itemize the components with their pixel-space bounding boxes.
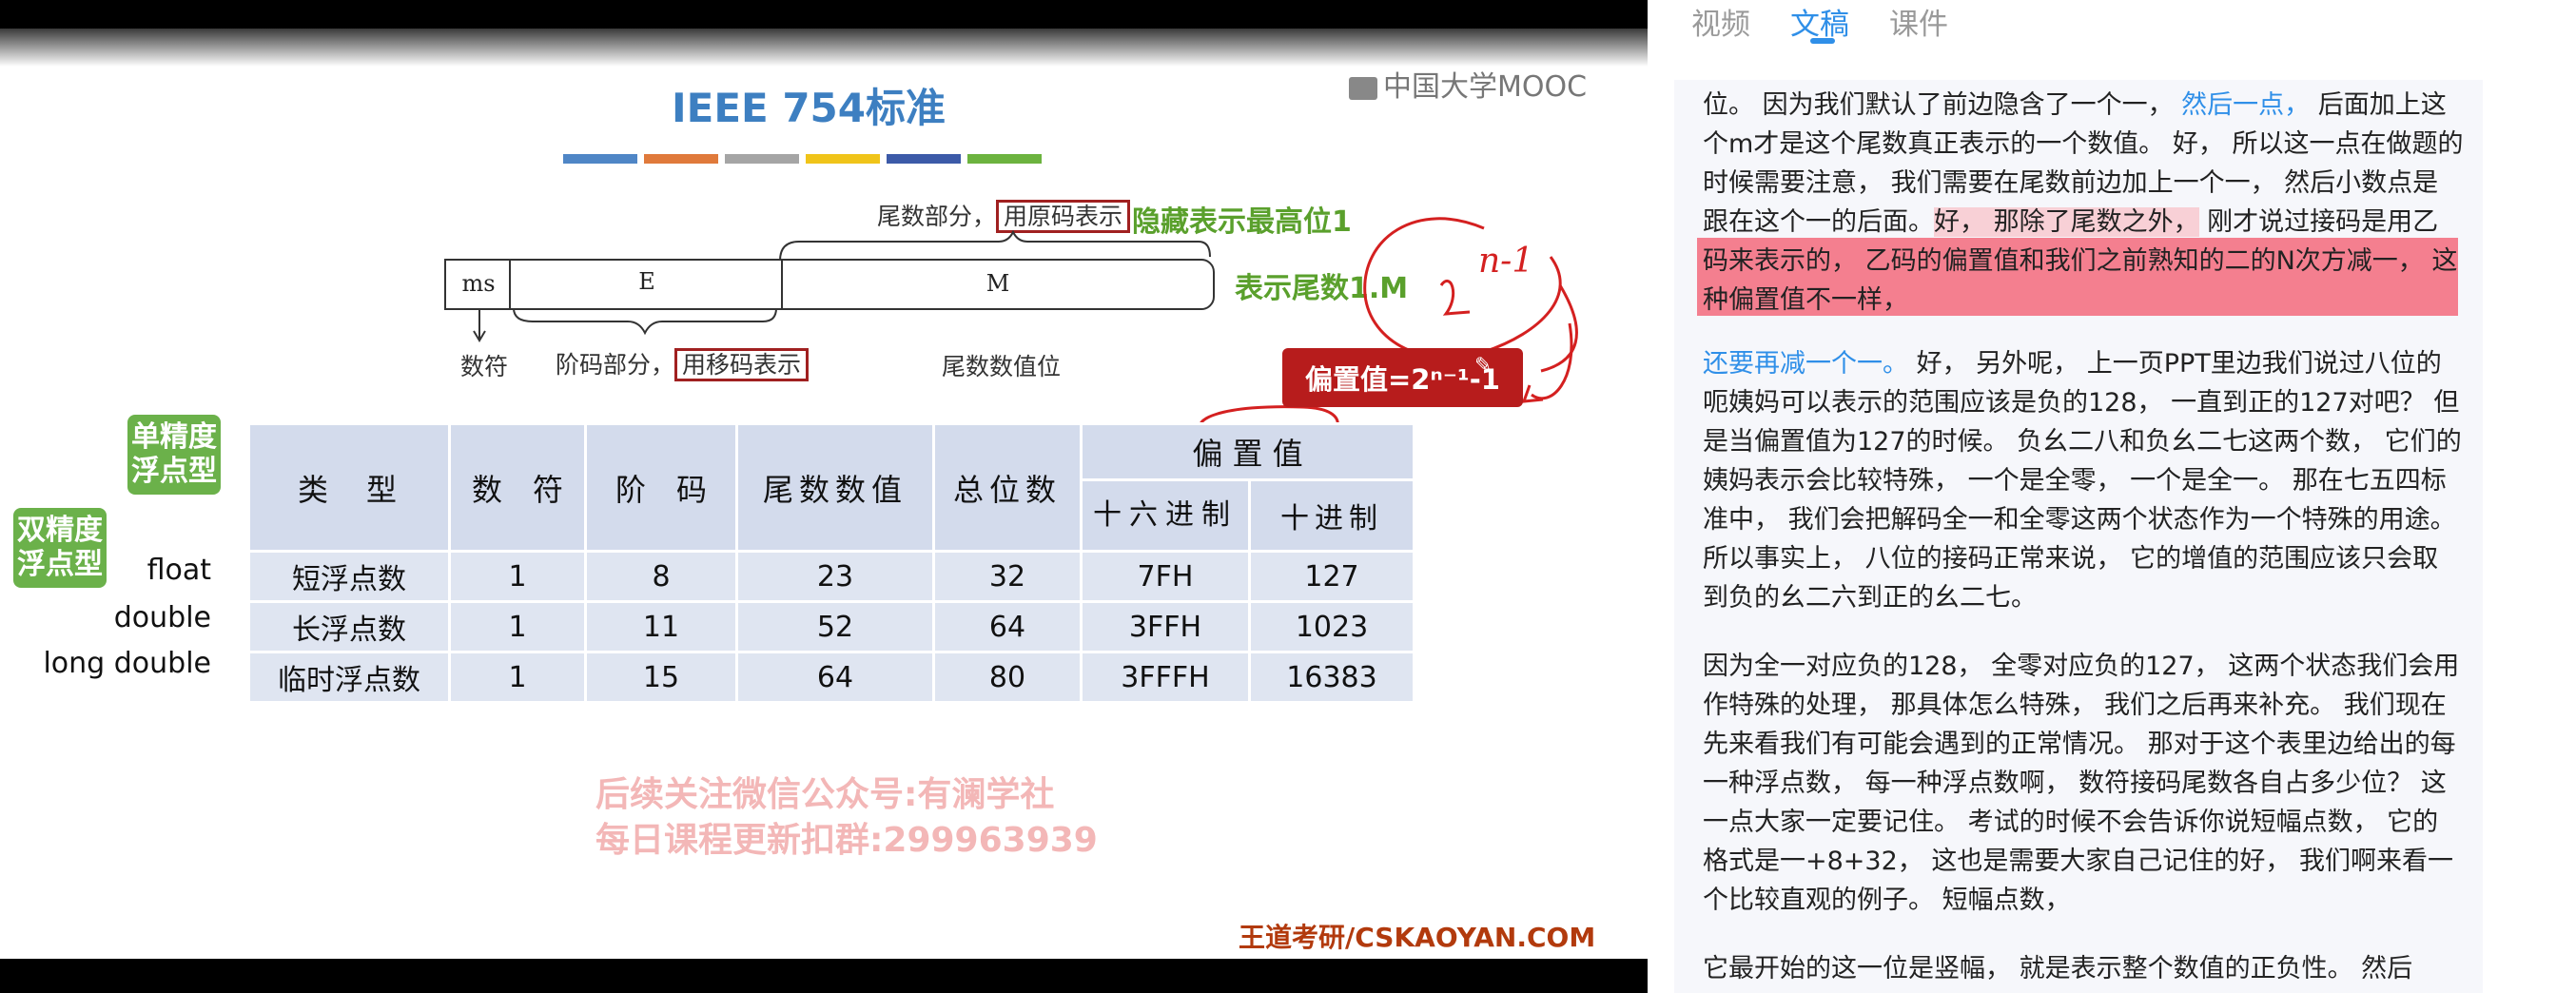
table-cell: 1: [448, 651, 587, 704]
video-bottom-bar: [0, 959, 1648, 993]
exponent-part-label: 阶码部分， 用移码表示: [556, 346, 810, 381]
watermark-line-2: 每日课程更新扣群:299963939: [595, 821, 1098, 860]
footer-brand: 王道考研/CSKAOYAN.COM: [1239, 922, 1596, 953]
transcript-paragraph[interactable]: 因为全一对应负的128， 全零对应负的127， 这两个状态我们会用作特殊的处理，…: [1703, 647, 2464, 920]
sign-label: 数符: [460, 353, 509, 380]
double-precision-bubble: 双精度浮点型: [13, 508, 107, 588]
table-cell: 15: [584, 651, 738, 704]
table-cell: 3FFFH: [1080, 651, 1251, 704]
header-mantissa: 尾数数值: [735, 422, 935, 553]
header-dec: 十进制: [1248, 478, 1415, 553]
table-cell: 长浮点数: [247, 600, 451, 653]
table-row: 长浮点数 1 11 52 64 3FFH 1023: [247, 600, 1415, 653]
header-exponent: 阶 码: [584, 422, 738, 553]
table-cell: 临时浮点数: [247, 651, 451, 704]
slide-top-shadow: [0, 29, 1648, 67]
tab-video[interactable]: 视频: [1691, 0, 1750, 43]
color-bar-1: [563, 154, 637, 164]
watermark-line-1: 后续关注微信公众号:有澜学社: [595, 775, 1055, 814]
table-cell: 8: [584, 550, 738, 603]
transcript-paragraph[interactable]: 位。 因为我们默认了前边隐含了一个一， 然后一点， 后面加上这个m才是这个尾数真…: [1703, 86, 2464, 320]
transcript-text-highlight: 好， 那除了尾数之外，: [1934, 207, 2199, 237]
mooc-logo-icon: [1349, 76, 1377, 100]
video-player[interactable]: IEEE 754标准 中国大学MOOC 尾数部分， 用原码表示 隐藏表示最高位1 …: [0, 0, 1648, 993]
single-precision-bubble: 单精度浮点型: [127, 415, 221, 495]
table-cell: 127: [1248, 550, 1415, 603]
color-bar-3: [725, 154, 799, 164]
tab-transcript[interactable]: 文稿: [1790, 0, 1849, 43]
color-bar-5: [887, 154, 961, 164]
table-row: 短浮点数 1 8 23 32 7FH 127: [247, 550, 1415, 603]
row-label-double: double: [113, 601, 211, 634]
mooc-logo: 中国大学MOOC: [1349, 63, 1587, 105]
table-cell: 7FH: [1080, 550, 1251, 603]
video-top-bar: [0, 0, 1648, 29]
active-tab-indicator: [1810, 38, 1835, 44]
header-type: 类 型: [247, 422, 451, 553]
slide-title: IEEE 754标准: [672, 85, 946, 131]
header-sign: 数 符: [448, 422, 587, 553]
table-cell: 64: [735, 651, 935, 704]
table-cell: 1023: [1248, 600, 1415, 653]
mooc-logo-text: 中国大学MOOC: [1383, 70, 1588, 104]
ieee754-table: 类 型 数 符 阶 码 尾数数值 总位数 偏 置 值 十六进制 十进制 短浮点数…: [247, 422, 1415, 704]
color-bar-4: [806, 154, 880, 164]
table-cell: 23: [735, 550, 935, 603]
mantissa-value-label: 尾数数值位: [942, 353, 1062, 380]
row-label-long-double: long double: [43, 647, 211, 680]
table-row: 临时浮点数 1 15 64 80 3FFFH 16383: [247, 651, 1415, 704]
exponent-part-text: 阶码部分，: [556, 351, 675, 379]
color-bar-2: [644, 154, 718, 164]
transcript-paragraph[interactable]: 它最开始的这一位是竖幅， 就是表示整个数值的正负性。 然后: [1703, 949, 2464, 988]
table-cell: 短浮点数: [247, 550, 451, 603]
transcript-text: 位。 因为我们默认了前边隐含了一个一，: [1703, 90, 2182, 120]
table-cell: 16383: [1248, 651, 1415, 704]
transcript-panel[interactable]: 位。 因为我们默认了前边隐含了一个一， 然后一点， 后面加上这个m才是这个尾数真…: [1674, 80, 2483, 993]
table-cell: 80: [932, 651, 1083, 704]
table-cell: 1: [448, 550, 587, 603]
mantissa-part-label: 尾数部分， 用原码表示: [877, 198, 1131, 233]
handwritten-n-minus-1: n-1: [1478, 242, 1534, 281]
table-cell: 64: [932, 600, 1083, 653]
tab-courseware[interactable]: 课件: [1889, 0, 1948, 43]
exponent-code-box: 用移码表示: [674, 348, 810, 381]
header-total-bits: 总位数: [932, 422, 1083, 553]
format-braces: [473, 229, 1211, 342]
table-cell: 1: [448, 600, 587, 653]
transcript-paragraph[interactable]: 还要再减一个一。 好， 另外呢， 上一页PPT里边我们说过八位的呃姨妈可以表示的…: [1703, 344, 2464, 617]
header-hex: 十六进制: [1080, 478, 1251, 553]
transcript-text: 好， 另外呢， 上一页PPT里边我们说过八位的呃姨妈可以表示的范围应该是负的12…: [1703, 349, 2462, 613]
mantissa-part-text: 尾数部分，: [877, 203, 997, 230]
transcript-text-current: 然后一点，: [2181, 90, 2311, 120]
table-cell: 11: [584, 600, 738, 653]
table-cell: 32: [932, 550, 1083, 603]
bias-header-text: 偏 置 值: [1192, 436, 1303, 472]
header-bias: 偏 置 值: [1080, 422, 1415, 481]
transcript-text-current: 还要再减一个一。: [1703, 349, 1908, 379]
table-cell: 52: [735, 600, 935, 653]
color-bar-6: [967, 154, 1042, 164]
pencil-icon: ✎: [1474, 354, 1493, 378]
table-cell: 3FFH: [1080, 600, 1251, 653]
